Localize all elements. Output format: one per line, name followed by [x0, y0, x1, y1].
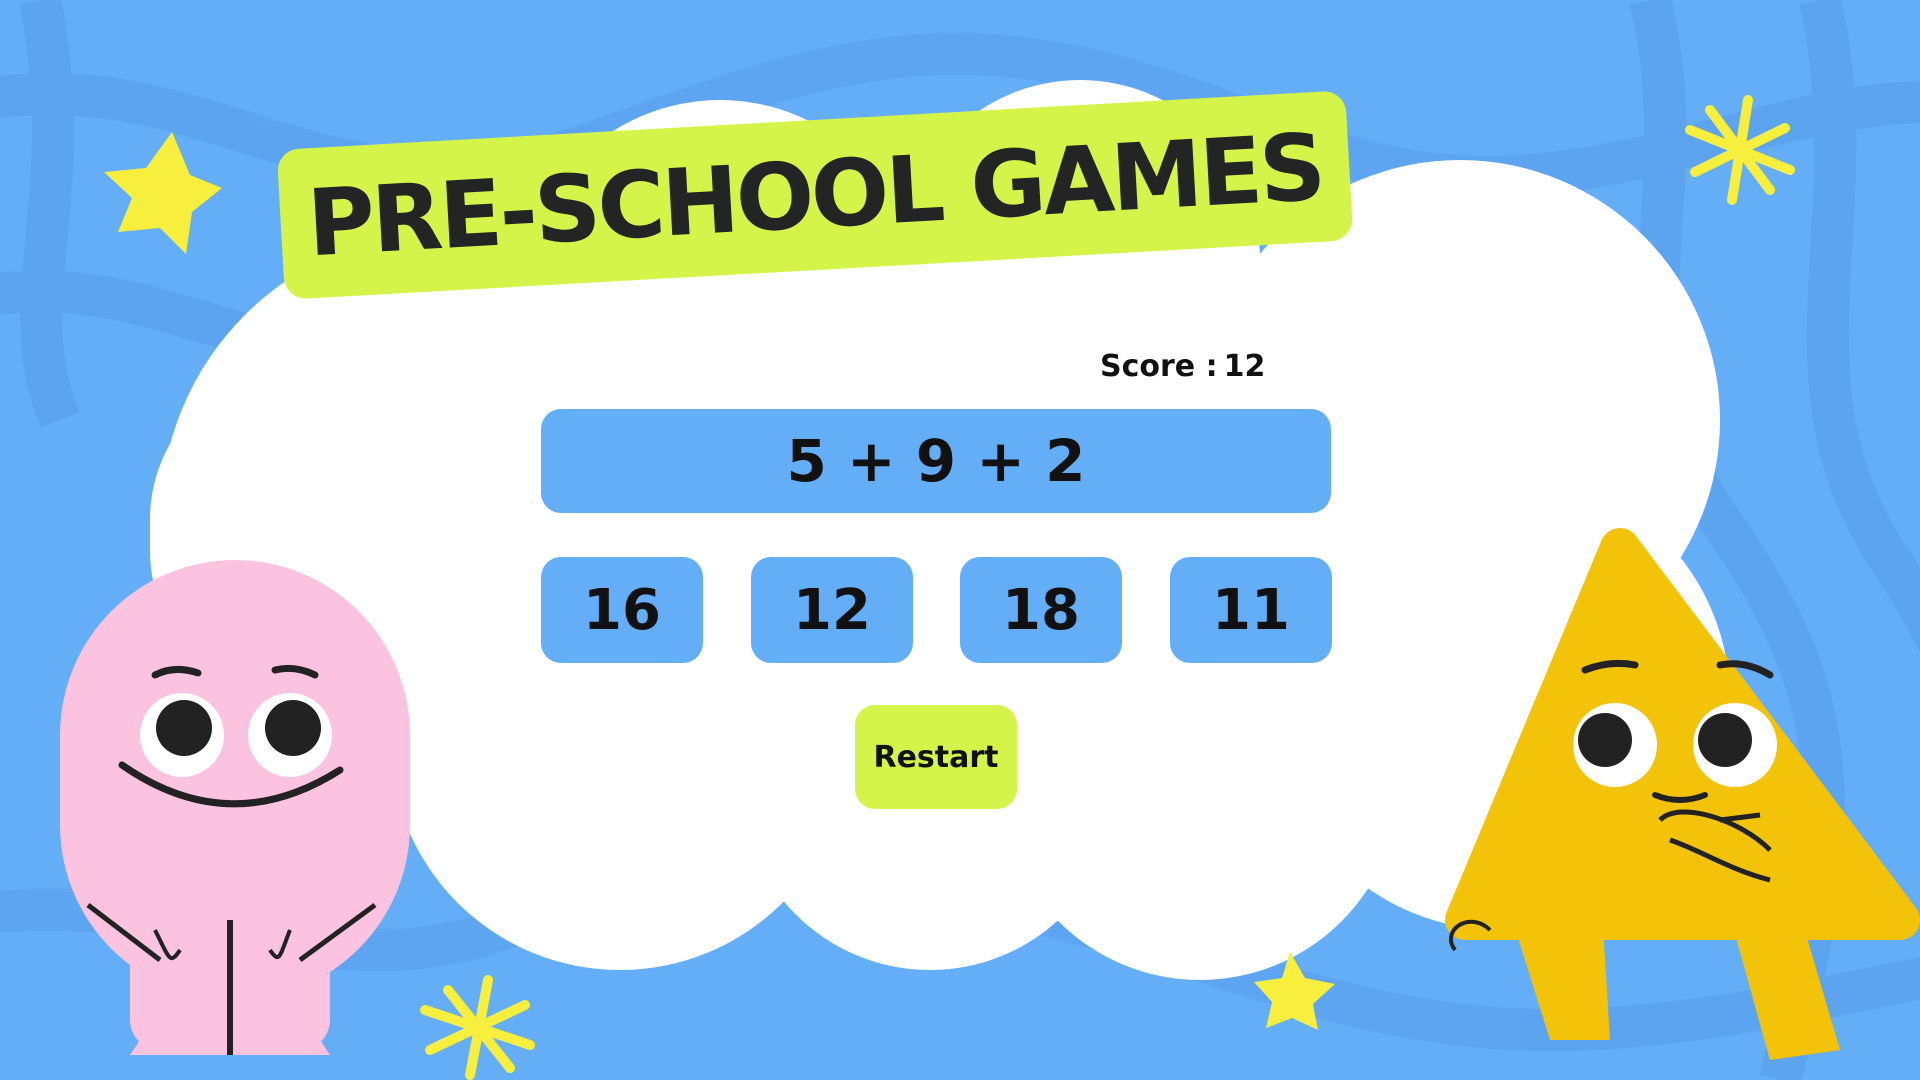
game-screen: PRE-SCHOOL GAMES Score : 12 5 + 9 + 2 16… — [0, 0, 1920, 1080]
pink-blob-character — [60, 560, 410, 1055]
question-display: 5 + 9 + 2 — [541, 409, 1331, 513]
star-icon — [104, 132, 222, 254]
score-display: Score : 12 — [1100, 346, 1340, 386]
score-value: 12 — [1223, 348, 1266, 384]
answer-option-button[interactable]: 18 — [960, 557, 1122, 663]
restart-button[interactable]: Restart — [855, 705, 1017, 809]
sparkle-icon — [420, 975, 535, 1080]
answer-option-button[interactable]: 16 — [541, 557, 703, 663]
score-label: Score : — [1100, 348, 1218, 384]
answer-option-button[interactable]: 11 — [1170, 557, 1332, 663]
answer-option-button[interactable]: 12 — [751, 557, 913, 663]
